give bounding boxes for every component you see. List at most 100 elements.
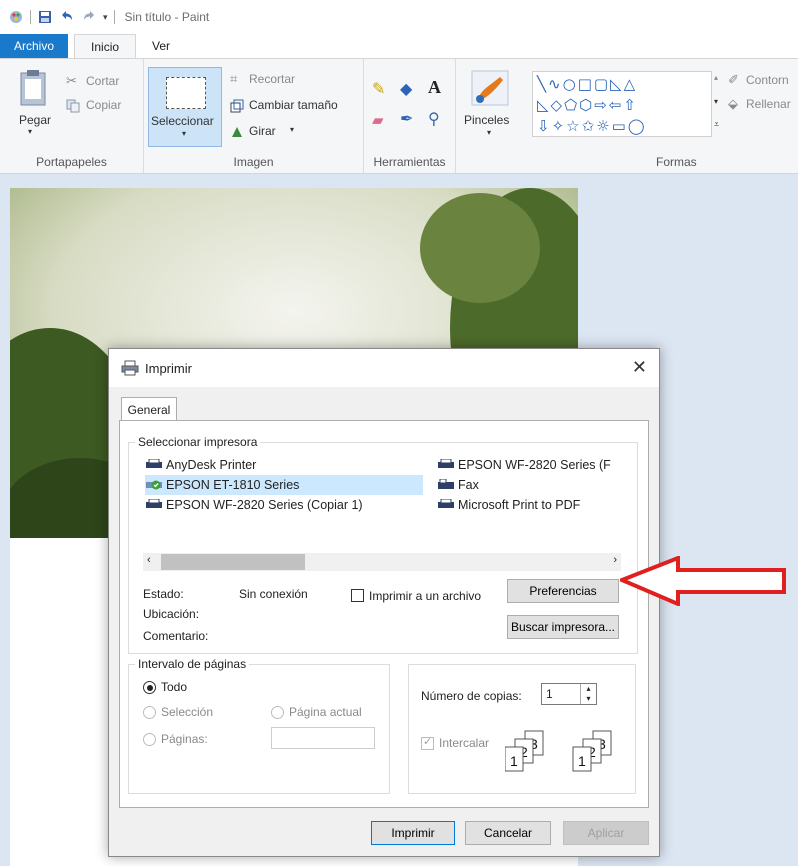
customize-quick-access-icon[interactable]: ▾ [103,12,108,23]
print-dialog: Imprimir ✕ General Seleccionar impresora… [108,348,660,857]
group-clipboard: Pegar ▾ ✂ Cortar Copiar Portapapeles [0,59,144,173]
scrollbar-thumb[interactable] [161,554,305,570]
text-icon[interactable]: A [428,77,441,98]
resize-icon [230,99,244,113]
page-range-group-label: Intervalo de páginas [135,657,250,671]
tab-archivo[interactable]: Archivo [0,34,69,58]
printer-list[interactable]: AnyDesk Printer EPSON ET-1810 Series EPS… [143,455,621,555]
range-pages-radio[interactable] [143,733,156,746]
printer-item[interactable]: Microsoft Print to PDF [437,495,580,515]
brushes-label: Pinceles [464,113,510,127]
window-title: Sin título - Paint [124,10,210,24]
printer-name: EPSON ET-1810 Series [166,478,300,492]
tab-general[interactable]: General [121,397,177,421]
cut-label: Cortar [86,74,120,88]
range-selection-label[interactable]: Selección [161,705,213,719]
printer-item[interactable]: Fax [437,475,479,495]
copy-label: Copiar [86,98,122,112]
printer-icon [146,459,162,468]
printer-item[interactable]: EPSON WF-2820 Series (Copiar 1) [145,495,363,515]
scroll-left-icon[interactable]: ‹ [147,554,151,566]
tab-ver[interactable]: Ver [136,34,186,58]
brushes-button[interactable]: Pinceles ▾ [462,67,518,147]
group-label-tools: Herramientas [373,155,446,169]
collate-label[interactable]: Intercalar [439,736,489,750]
outline-icon: ✐ [728,72,739,87]
crop-icon: ⌗ [230,71,238,86]
select-label: Seleccionar [151,114,214,128]
resize-label: Cambiar tamaño [249,98,338,112]
chevron-up-icon[interactable]: ▴ [714,73,718,82]
selection-rectangle-icon [166,77,206,109]
rotate-icon [232,127,242,137]
printer-item[interactable]: EPSON WF-2820 Series (F [437,455,611,475]
range-current-label[interactable]: Página actual [289,705,362,719]
printer-icon [438,459,454,468]
copies-groupbox: Número de copias: 1 ▴ ▾ ✓ Intercalar 3 2 … [408,664,636,794]
shapes-gallery[interactable]: ╲∿○□▢◺△ ◺◇⬠⬡⇨⇦⇧ ⇩✧☆✩☼▭◯ [532,71,712,137]
chevron-down-icon: ▾ [290,125,295,134]
horizontal-scrollbar[interactable]: ‹ › [143,553,621,571]
paste-button[interactable]: Pegar ▾ [14,69,52,137]
printer-name: Microsoft Print to PDF [458,498,581,512]
more-shapes-icon[interactable]: ⩡ [714,119,719,130]
ribbon-tabs: Archivo Inicio Ver [0,34,798,58]
crop-label: Recortar [249,72,296,86]
shapes-icon: ╲∿○□▢◺△ ◺◇⬠⬡⇨⇦⇧ ⇩✧☆✩☼▭◯ [537,75,647,135]
printer-icon [146,499,162,508]
brush-icon [471,70,509,106]
apply-button[interactable]: Aplicar [563,821,649,845]
range-current-radio[interactable] [271,706,284,719]
printer-group-label: Seleccionar impresora [135,435,261,449]
redo-icon[interactable] [81,9,97,25]
location-label: Ubicación: [143,607,200,621]
cancel-button[interactable]: Cancelar [465,821,551,845]
printer-icon [121,360,139,376]
save-icon[interactable] [37,9,53,25]
printer-item[interactable]: AnyDesk Printer [145,455,256,475]
eraser-icon[interactable]: ▰ [372,111,384,129]
group-shapes: ╲∿○□▢◺△ ◺◇⬠⬡⇨⇦⇧ ⇩✧☆✩☼▭◯ ▴ ▾ ⩡ ✐ Contorn ⬙ … [526,59,798,173]
svg-text:1: 1 [578,753,586,769]
default-printer-check-icon [146,480,162,490]
spinner-icon[interactable]: ▴ ▾ [580,684,596,704]
print-to-file-checkbox[interactable] [351,589,364,602]
pages-input[interactable] [271,727,375,749]
dialog-title: Imprimir [145,360,192,376]
collate-pages-icon: 3 2 1 3 2 1 [505,730,612,772]
copies-input[interactable]: 1 ▴ ▾ [541,683,597,705]
printer-icon [438,499,454,508]
dialog-body: Seleccionar impresora AnyDesk Printer EP… [119,420,649,808]
magnifier-icon[interactable]: ⚲ [428,109,440,129]
paint-app-icon[interactable] [8,9,24,25]
collate-checkbox[interactable]: ✓ [421,736,434,750]
outline-label: Contorn [746,73,789,87]
dialog-title-bar: Imprimir [109,349,659,387]
preferences-button[interactable]: Preferencias [507,579,619,603]
print-to-file-label[interactable]: Imprimir a un archivo [369,589,481,603]
find-printer-button[interactable]: Buscar impresora... [507,615,619,639]
fill-bucket-icon[interactable]: ◆ [400,79,412,99]
range-all-radio[interactable] [143,681,156,694]
tab-inicio[interactable]: Inicio [74,34,137,58]
range-pages-label[interactable]: Páginas: [161,732,208,746]
scissors-icon: ✂ [66,73,77,88]
check-icon: ✓ [423,736,433,748]
close-icon[interactable]: ✕ [632,357,647,378]
printer-groupbox: Seleccionar impresora AnyDesk Printer EP… [128,435,638,654]
copies-value: 1 [546,687,553,701]
fill-label: Rellenar [746,97,791,111]
rotate-label: Girar [249,124,276,138]
pencil-icon[interactable]: ✎ [372,79,385,99]
paste-icon [20,70,46,106]
select-button[interactable]: Seleccionar ▾ [148,67,222,147]
color-picker-icon[interactable]: ✒ [400,109,413,129]
range-selection-radio[interactable] [143,706,156,719]
printer-item-selected[interactable]: EPSON ET-1810 Series [145,475,423,495]
chevron-down-icon[interactable]: ▾ [714,97,718,106]
chevron-down-icon: ▾ [28,127,33,136]
print-button[interactable]: Imprimir [371,821,455,845]
undo-icon[interactable] [59,9,75,25]
scroll-right-icon[interactable]: › [613,554,617,566]
range-all-label[interactable]: Todo [161,680,187,694]
